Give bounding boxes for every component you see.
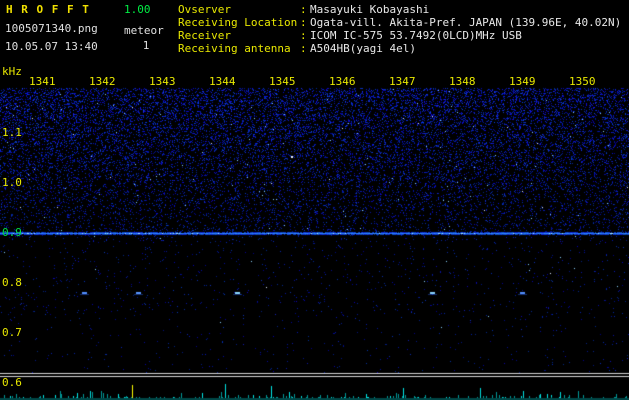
station-field-value: A504HB(yagi 4el) xyxy=(310,42,416,55)
hrofft-output: H R O F F T 1.00 1005071340.png meteor 1… xyxy=(0,0,629,400)
freq-tick-label: 0.8 xyxy=(2,276,22,289)
freq-tick-label: 1.1 xyxy=(2,126,22,139)
time-tick-label: 1349 xyxy=(509,75,536,88)
station-info-row: Receiving antenna : A504HB(yagi 4el) xyxy=(178,43,621,56)
time-tick-label: 1348 xyxy=(449,75,476,88)
meteor-counter-label: meteor xyxy=(124,24,164,37)
time-tick-label: 1347 xyxy=(389,75,416,88)
time-tick-label: 1342 xyxy=(89,75,116,88)
station-field-separator: : xyxy=(300,42,307,55)
freq-tick-label: 0.7 xyxy=(2,326,22,339)
freq-tick-label: 1.0 xyxy=(2,176,22,189)
meteor-counter-value: 1 xyxy=(142,39,150,52)
capture-timestamp: 10.05.07 13:40 xyxy=(5,40,98,53)
time-tick-label: 1341 xyxy=(29,75,56,88)
freq-tick-label: 0.6 xyxy=(2,376,22,389)
output-filename: 1005071340.png xyxy=(5,22,98,35)
freq-axis-unit: kHz xyxy=(2,65,22,78)
app-version: 1.00 xyxy=(124,3,151,16)
time-tick-label: 1345 xyxy=(269,75,296,88)
freq-tick-label-carrier: 0.9 xyxy=(2,226,22,239)
station-info: Ovserver : Masayuki Kobayashi Receiving … xyxy=(178,4,621,56)
app-title: H R O F F T xyxy=(6,3,90,16)
spectrogram-canvas xyxy=(0,0,629,400)
time-tick-label: 1344 xyxy=(209,75,236,88)
station-field-label: Receiving antenna xyxy=(178,42,291,55)
time-tick-label: 1346 xyxy=(329,75,356,88)
time-tick-label: 1350 xyxy=(569,75,596,88)
time-tick-label: 1343 xyxy=(149,75,176,88)
